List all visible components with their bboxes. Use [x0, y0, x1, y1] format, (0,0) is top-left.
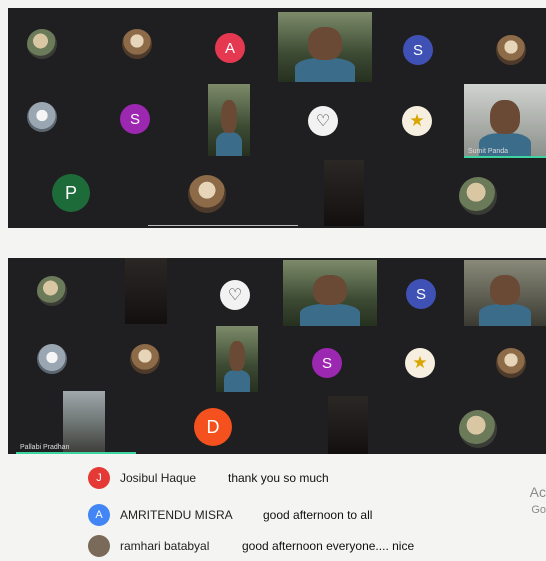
participant-letter-avatar[interactable]: S	[120, 104, 150, 134]
chat-author-avatar: J	[88, 467, 110, 489]
participant-letter-avatar[interactable]: D	[194, 408, 232, 446]
participant-photo-avatar[interactable]	[496, 35, 526, 65]
chat-message: A AMRITENDU MISRA good afternoon to all	[0, 500, 546, 530]
speaking-indicator	[464, 156, 546, 158]
participant-grid-bottom: ♡ S S ★ Pallabi Pradhan D	[8, 258, 546, 454]
pikachu-icon: ★	[409, 111, 425, 130]
chat-message: J Josibul Haque thank you so much	[0, 463, 546, 493]
participant-grid-top: A S S ♡ ★ Sumit Panda P	[8, 8, 546, 228]
speaking-indicator	[16, 452, 136, 454]
chat-author-avatar	[88, 535, 110, 557]
participant-letter-avatar[interactable]: S	[312, 348, 342, 378]
participant-letter-avatar[interactable]: S	[403, 35, 433, 65]
participant-name-tag: Sumit Panda	[468, 148, 509, 155]
participant-video-tile[interactable]	[283, 260, 377, 326]
participant-video-tile[interactable]	[216, 326, 258, 392]
participant-heart-avatar[interactable]: ♡	[308, 106, 338, 136]
participant-photo-avatar[interactable]	[496, 348, 526, 378]
participant-video-tile[interactable]	[208, 84, 250, 156]
chat-author-name: ramhari batabyal	[120, 539, 210, 553]
chat-message-text: good afternoon everyone.... nice	[242, 539, 415, 553]
chat-message-text: good afternoon to all	[263, 508, 373, 522]
participant-video-tile[interactable]	[328, 396, 368, 454]
participant-photo-avatar[interactable]	[188, 175, 226, 213]
participant-photo-avatar[interactable]	[122, 29, 152, 59]
participant-letter-avatar[interactable]: A	[215, 33, 245, 63]
participant-video-tile[interactable]	[464, 260, 546, 326]
participant-photo-avatar[interactable]	[27, 29, 57, 59]
chat-author-avatar: A	[88, 504, 110, 526]
participant-video-tile[interactable]	[278, 12, 372, 82]
participant-photo-avatar[interactable]	[459, 410, 497, 448]
participant-photo-avatar[interactable]	[37, 344, 67, 374]
participant-heart-avatar[interactable]: ♡	[220, 280, 250, 310]
divider-line	[148, 225, 298, 226]
broken-heart-icon: ♡	[315, 113, 331, 130]
participant-photo-avatar[interactable]	[37, 276, 67, 306]
chat-author-name: Josibul Haque	[120, 471, 197, 485]
pikachu-icon: ★	[412, 353, 428, 372]
chat-message-text: thank you so much	[228, 471, 329, 485]
participant-video-tile[interactable]	[125, 258, 167, 324]
side-text-line1: Ac	[529, 484, 546, 500]
participant-video-tile-active[interactable]: Sumit Panda	[464, 84, 546, 158]
participant-name-tag: Pallabi Pradhan	[20, 444, 70, 451]
participant-photo-avatar[interactable]	[459, 177, 497, 215]
participant-pikachu-avatar[interactable]: ★	[405, 348, 435, 378]
participant-video-tile[interactable]	[324, 160, 364, 226]
chat-author-name: AMRITENDU MISRA	[120, 508, 233, 522]
participant-photo-avatar[interactable]	[27, 102, 57, 132]
side-text-line2: Go	[531, 504, 546, 516]
participant-pikachu-avatar[interactable]: ★	[402, 106, 432, 136]
participant-letter-avatar[interactable]: S	[406, 279, 436, 309]
participant-letter-avatar[interactable]: P	[52, 174, 90, 212]
broken-heart-icon: ♡	[227, 287, 243, 304]
participant-photo-avatar[interactable]	[130, 344, 160, 374]
